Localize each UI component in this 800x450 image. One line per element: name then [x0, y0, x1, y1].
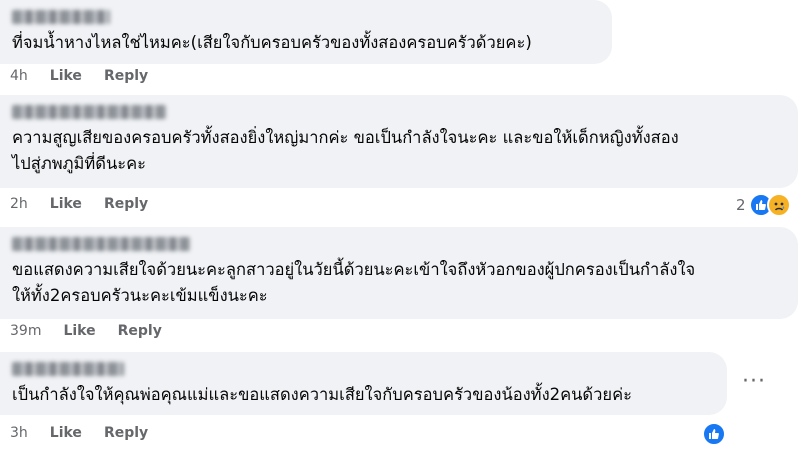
comment-bubble: ขอแสดงความเสียใจด้วยนะคะลูกสาวอยู่ในวัยน…: [0, 227, 798, 319]
reaction-count: 2: [736, 196, 746, 214]
comment-timestamp[interactable]: 2h: [10, 196, 28, 212]
author-name-blurred[interactable]: [12, 237, 190, 251]
author-name-blurred[interactable]: [12, 105, 166, 119]
reply-button[interactable]: Reply: [104, 425, 148, 441]
comment-timestamp[interactable]: 39m: [10, 323, 41, 339]
reply-button[interactable]: Reply: [104, 196, 148, 212]
comment-text: ขอแสดงความเสียใจด้วยนะคะลูกสาวอยู่ในวัยน…: [12, 260, 696, 305]
comment-text: ความสูญเสียของครอบครัวทั้งสองยิ่งใหญ่มาก…: [12, 128, 679, 173]
author-name-blurred[interactable]: [12, 362, 124, 376]
like-button[interactable]: Like: [63, 323, 95, 339]
reply-button[interactable]: Reply: [104, 68, 148, 84]
sad-icon: [766, 193, 791, 217]
like-button[interactable]: Like: [50, 196, 82, 212]
more-options-icon[interactable]: ···: [739, 366, 769, 396]
comment-bubble: ที่จมน้ำหางไหลใช่ไหมคะ(เสียใจกับครอบครัว…: [0, 0, 612, 64]
reaction-summary[interactable]: [700, 421, 728, 447]
like-button[interactable]: Like: [50, 425, 82, 441]
comment-bubble: ความสูญเสียของครอบครัวทั้งสองยิ่งใหญ่มาก…: [0, 95, 798, 188]
reply-button[interactable]: Reply: [118, 323, 162, 339]
comment-actions: 2h Like Reply: [10, 196, 170, 212]
comment-text: ที่จมน้ำหางไหลใช่ไหมคะ(เสียใจกับครอบครัว…: [12, 33, 532, 52]
comment-actions: 4h Like Reply: [10, 68, 170, 84]
comment-timestamp[interactable]: 3h: [10, 425, 28, 441]
comment-bubble: เป็นกำลังใจให้คุณพ่อคุณแม่และขอแสดงความเ…: [0, 352, 727, 415]
like-button[interactable]: Like: [50, 68, 82, 84]
comment-timestamp[interactable]: 4h: [10, 68, 28, 84]
reaction-summary[interactable]: 2: [734, 192, 793, 218]
comment-actions: 39m Like Reply: [10, 323, 184, 339]
comment-actions: 3h Like Reply: [10, 425, 170, 441]
like-icon: [702, 422, 726, 446]
author-name-blurred[interactable]: [12, 10, 110, 24]
comment-text: เป็นกำลังใจให้คุณพ่อคุณแม่และขอแสดงความเ…: [12, 385, 632, 404]
